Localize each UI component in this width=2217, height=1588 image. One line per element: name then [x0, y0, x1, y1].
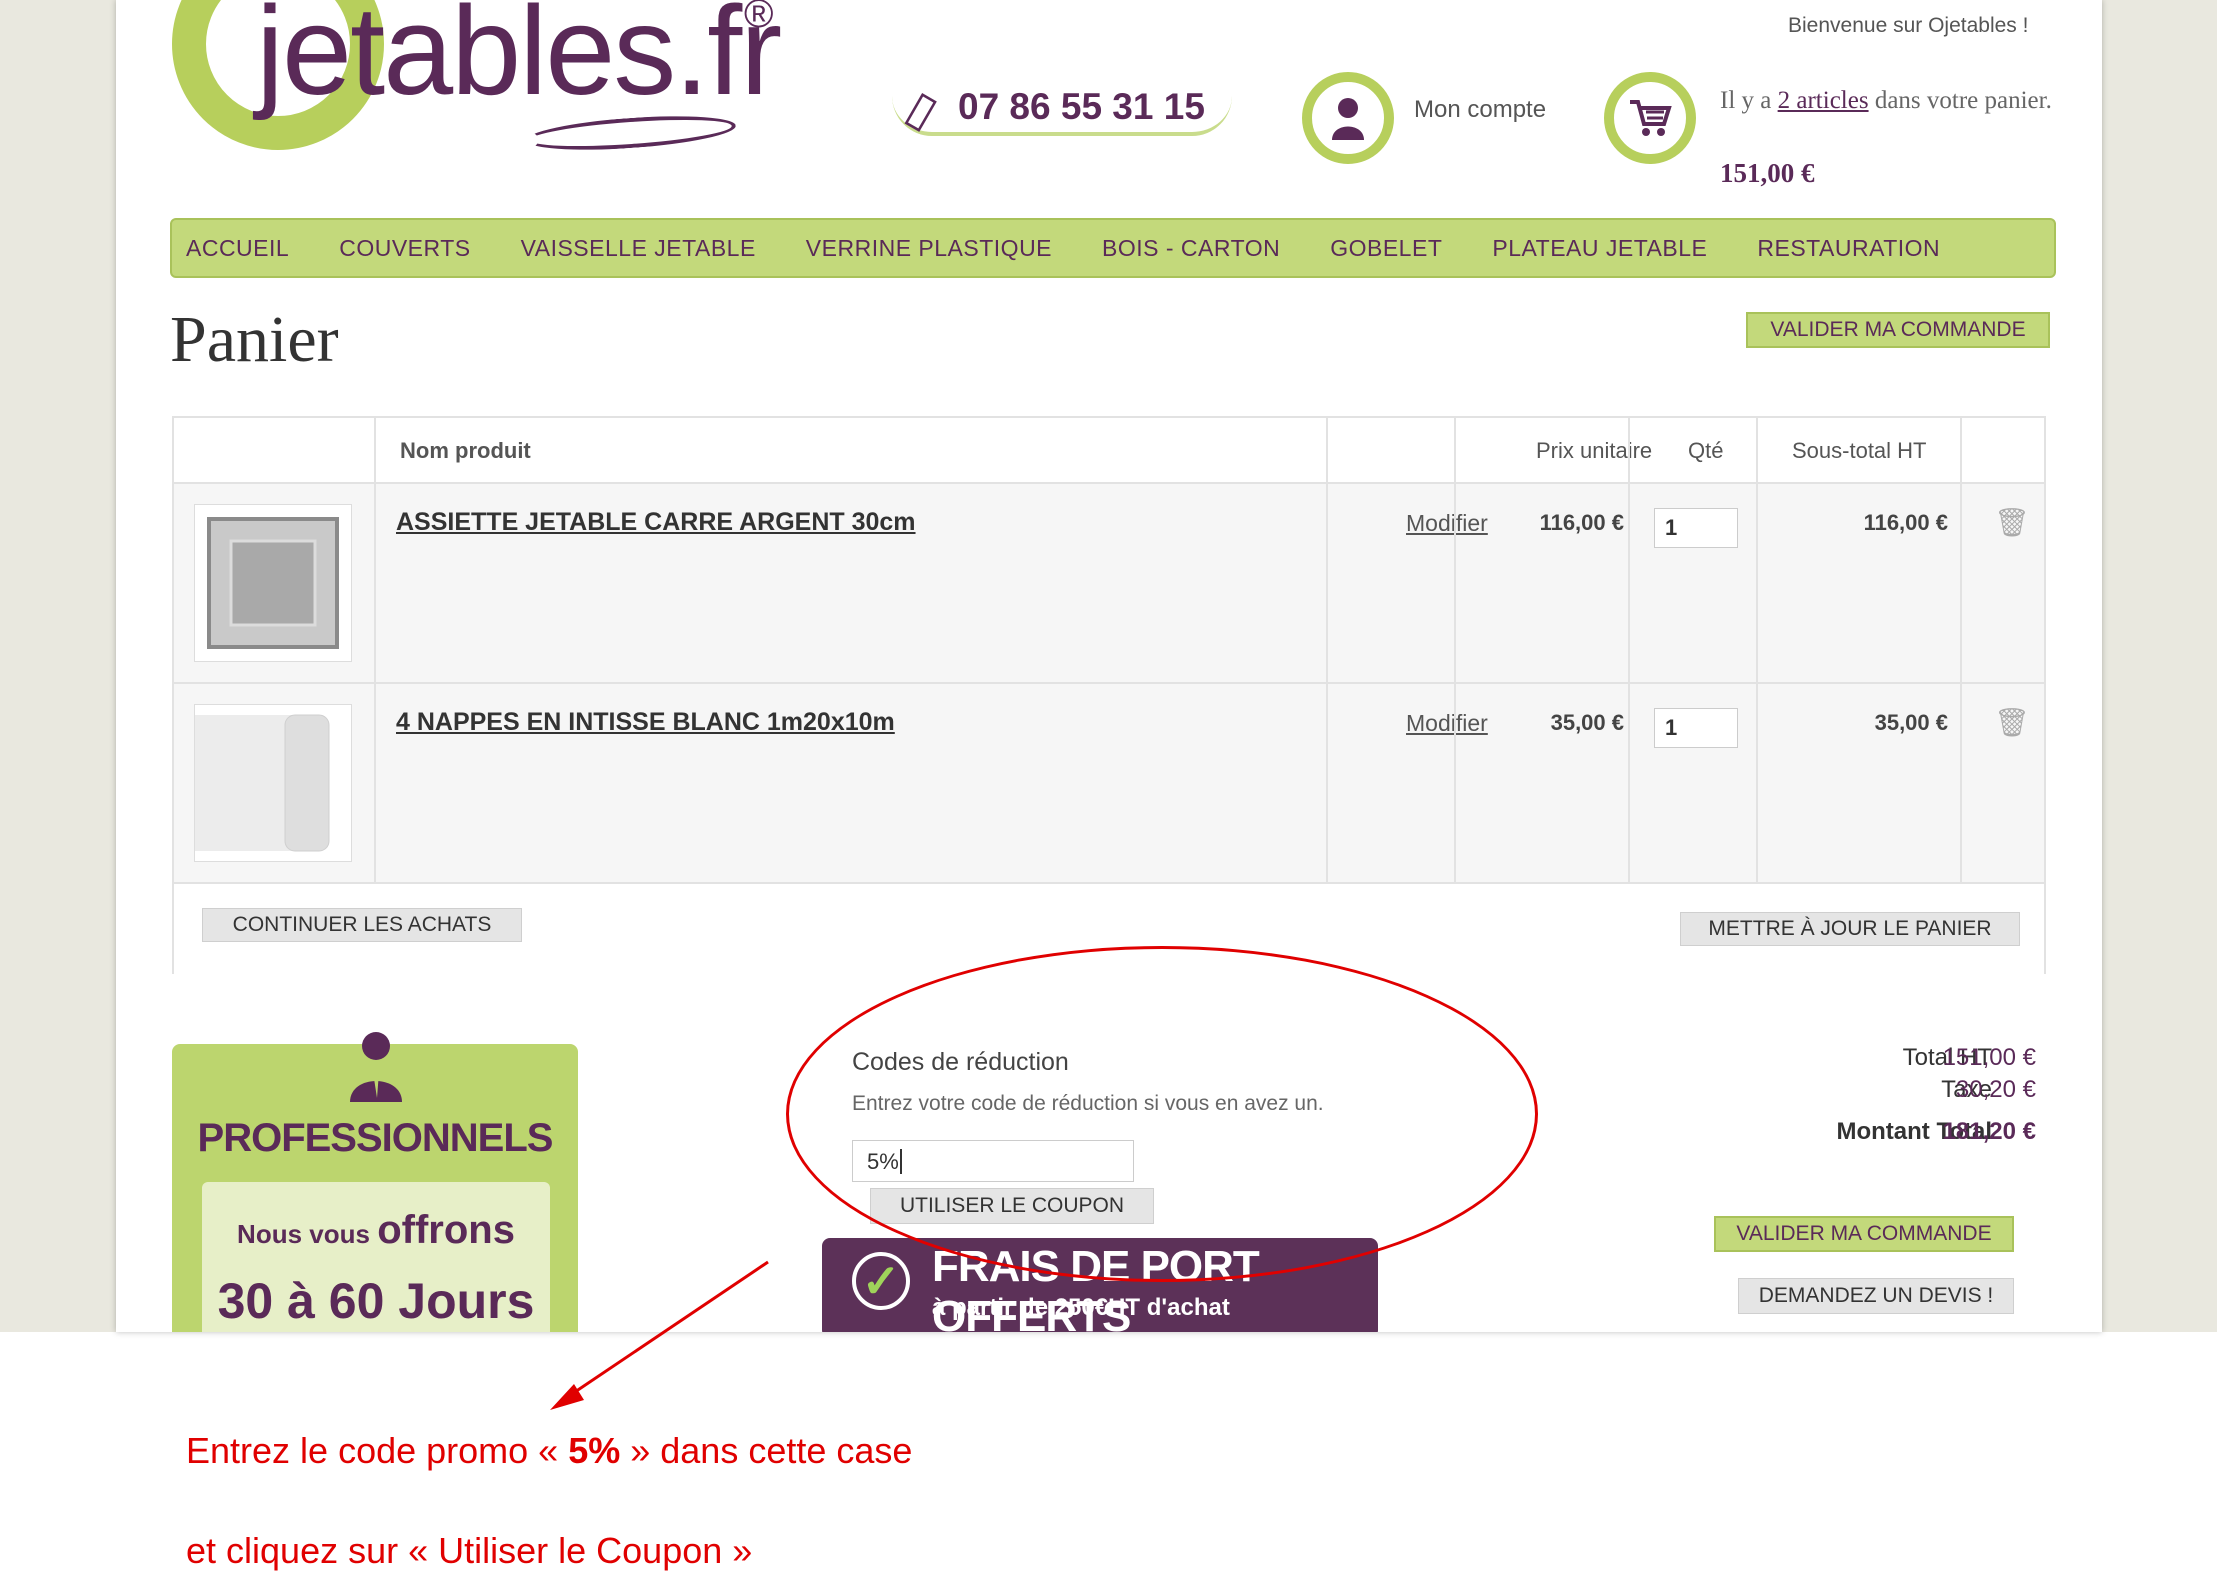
- annotation-code: 5%: [568, 1430, 621, 1471]
- annotation-line-1: Entrez le code promo « 5% » dans cette c…: [186, 1430, 912, 1472]
- annotation-text: Entrez le code promo «: [186, 1430, 569, 1471]
- annotation-text: » dans cette case: [620, 1430, 913, 1471]
- annotation-line-2: et cliquez sur « Utiliser le Coupon »: [186, 1530, 753, 1571]
- annotation-arrow: [550, 1260, 769, 1410]
